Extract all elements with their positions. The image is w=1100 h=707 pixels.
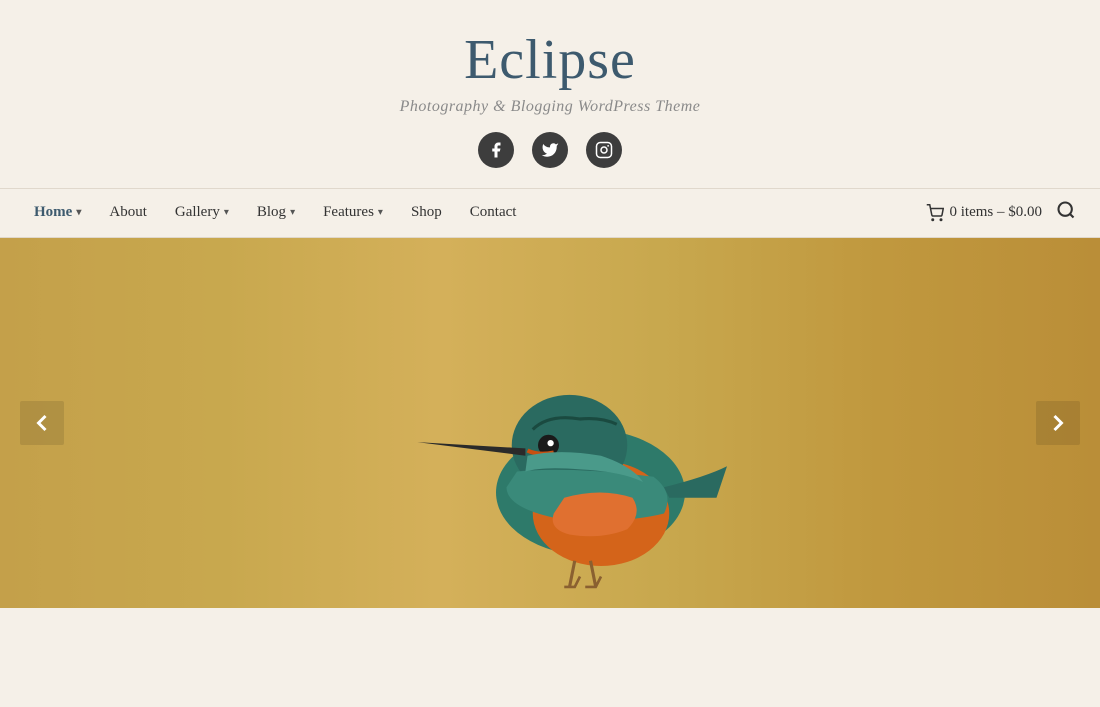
nav-item-blog[interactable]: Blog ▾ [243,188,309,238]
nav-right: 0 items – $0.00 [926,200,1081,225]
twitter-link[interactable] [532,132,568,168]
kingfisher-illustration [172,238,1072,608]
nav-item-features[interactable]: Features ▾ [309,188,397,238]
nav-items: Home ▾ About Gallery ▾ Blog ▾ Features ▾… [20,188,926,238]
cart-icon [926,204,944,222]
nav-item-home[interactable]: Home ▾ [20,188,95,238]
search-icon [1056,200,1076,220]
home-chevron-icon: ▾ [76,207,81,218]
site-header: Eclipse Photography & Blogging WordPress… [0,0,1100,188]
chevron-right-icon [1044,409,1072,437]
site-title: Eclipse [0,30,1100,92]
nav-inner: Home ▾ About Gallery ▾ Blog ▾ Features ▾… [20,188,1080,238]
site-tagline: Photography & Blogging WordPress Theme [0,98,1100,116]
hero-image [0,238,1100,608]
facebook-icon [487,141,505,159]
blog-chevron-icon: ▾ [290,207,295,218]
nav-item-about[interactable]: About [95,188,161,238]
features-chevron-icon: ▾ [378,207,383,218]
cart-button[interactable]: 0 items – $0.00 [926,204,1043,222]
instagram-link[interactable] [586,132,622,168]
slider-prev-button[interactable] [20,401,64,445]
search-button[interactable] [1052,200,1080,225]
cart-label: 0 items – $0.00 [950,204,1043,221]
hero-slider [0,238,1100,608]
main-nav: Home ▾ About Gallery ▾ Blog ▾ Features ▾… [0,188,1100,238]
slider-next-button[interactable] [1036,401,1080,445]
twitter-icon [541,141,559,159]
nav-item-gallery[interactable]: Gallery ▾ [161,188,243,238]
nav-item-shop[interactable]: Shop [397,188,456,238]
instagram-icon [595,141,613,159]
chevron-left-icon [28,409,56,437]
gallery-chevron-icon: ▾ [224,207,229,218]
facebook-link[interactable] [478,132,514,168]
nav-item-contact[interactable]: Contact [456,188,531,238]
social-icons-group [0,132,1100,168]
